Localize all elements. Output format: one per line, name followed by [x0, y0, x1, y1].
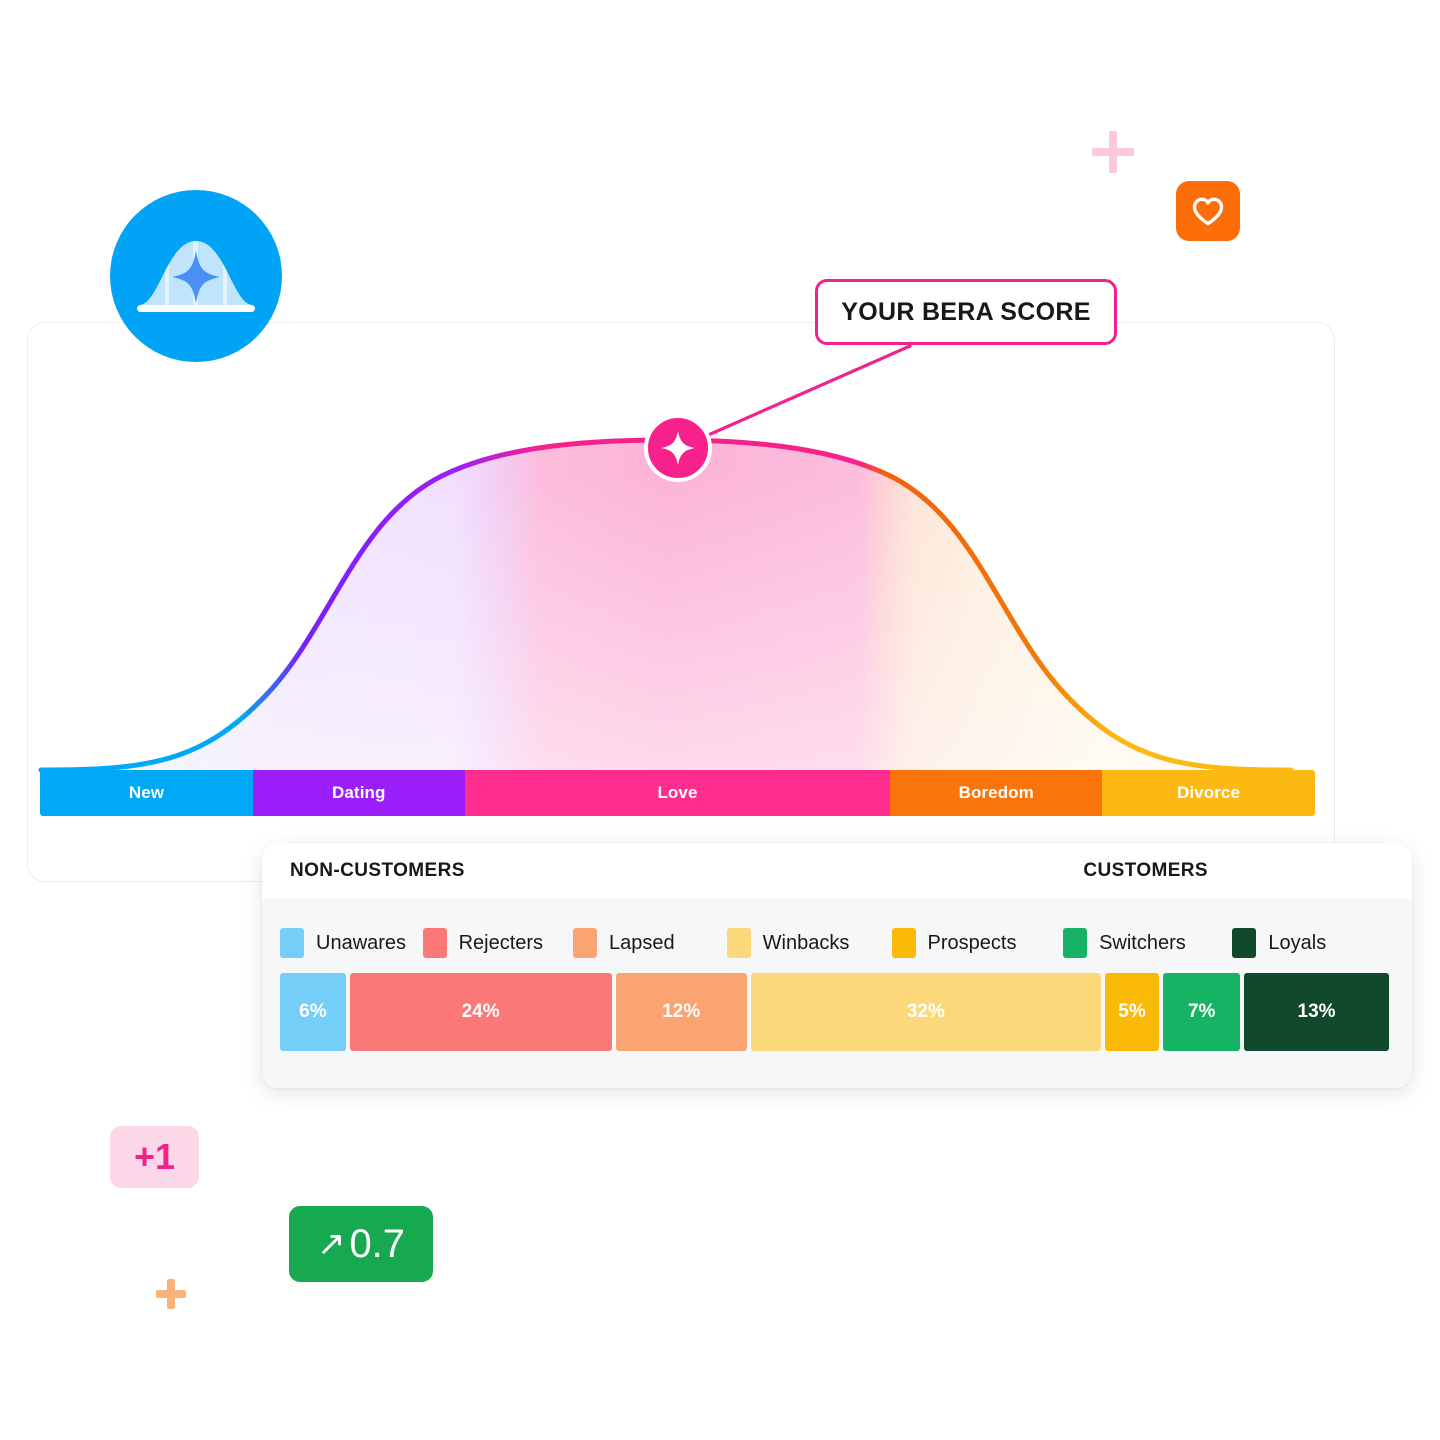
legend-swatch — [572, 928, 597, 958]
delta-value: 0.7 — [349, 1221, 406, 1266]
legend-item-switchers[interactable]: Switchers — [1063, 928, 1232, 958]
legend-item-prospects[interactable]: Prospects — [891, 928, 1064, 958]
pct-segment-winbacks[interactable]: 32% — [750, 973, 1101, 1051]
plus-one-badge: +1 — [110, 1126, 199, 1188]
screenshot-canvas: New Dating Love Boredom Divorce YOUR BER… — [0, 0, 1440, 1440]
segments-body: Unawares Rejecters Lapsed Winbacks Prosp… — [262, 899, 1412, 1088]
legend-label: Prospects — [927, 931, 1017, 954]
legend-label: Switchers — [1099, 931, 1186, 954]
pct-value: 7% — [1187, 1001, 1216, 1022]
legend-label: Lapsed — [608, 931, 675, 954]
pct-value: 13% — [1297, 1001, 1336, 1022]
pct-segment-prospects[interactable]: 5% — [1104, 973, 1160, 1051]
pct-value: 12% — [662, 1001, 701, 1022]
pct-segment-rejecters[interactable]: 24% — [349, 973, 612, 1051]
stage-segment-boredom[interactable]: Boredom — [890, 770, 1103, 816]
legend-swatch — [891, 928, 916, 958]
segments-legend: Unawares Rejecters Lapsed Winbacks Prosp… — [272, 913, 1402, 973]
score-marker[interactable] — [644, 414, 712, 482]
legend-item-lapsed[interactable]: Lapsed — [572, 928, 727, 958]
segments-header: NON-CUSTOMERS CUSTOMERS — [262, 843, 1412, 899]
stage-segment-dating[interactable]: Dating — [252, 770, 465, 816]
delta-score-badge: ↗ 0.7 — [289, 1206, 433, 1282]
stage-label: Love — [657, 783, 698, 802]
legend-label: Rejecters — [458, 931, 544, 954]
legend-item-unawares[interactable]: Unawares — [280, 928, 423, 958]
legend-item-rejecters[interactable]: Rejecters — [422, 928, 573, 958]
stage-label: Boredom — [958, 783, 1034, 802]
legend-label: Winbacks — [762, 931, 850, 954]
legend-swatch — [280, 928, 304, 958]
pct-segment-switchers[interactable]: 7% — [1163, 973, 1241, 1051]
lifecycle-stage-bar: New Dating Love Boredom Divorce — [40, 770, 1315, 816]
stage-label: Divorce — [1176, 783, 1241, 802]
stage-label: New — [128, 783, 165, 802]
legend-item-loyals[interactable]: Loyals — [1232, 928, 1394, 958]
stage-segment-divorce[interactable]: Divorce — [1102, 770, 1315, 816]
customers-title: CUSTOMERS — [1083, 860, 1208, 881]
heart-icon — [1192, 197, 1224, 226]
customer-segmentation-card: NON-CUSTOMERS CUSTOMERS Unawares Rejecte… — [262, 843, 1412, 1088]
pct-segment-loyals[interactable]: 13% — [1244, 973, 1389, 1051]
legend-item-winbacks[interactable]: Winbacks — [726, 928, 892, 958]
pct-segment-unawares[interactable]: 6% — [280, 973, 346, 1051]
legend-swatch — [1232, 928, 1257, 958]
non-customers-title: NON-CUSTOMERS — [290, 860, 465, 881]
sparkle-icon — [661, 431, 695, 465]
pct-segment-lapsed[interactable]: 12% — [615, 973, 747, 1051]
bera-score-label: YOUR BERA SCORE — [841, 297, 1091, 326]
legend-swatch — [422, 928, 447, 958]
heart-badge[interactable] — [1176, 181, 1240, 241]
pct-value: 6% — [299, 1001, 327, 1022]
bera-score-callout[interactable]: YOUR BERA SCORE — [815, 279, 1117, 345]
legend-label: Loyals — [1268, 931, 1327, 954]
plus-icon — [156, 1279, 186, 1309]
bell-curve-sparkle-icon — [137, 241, 255, 312]
legend-swatch — [726, 928, 751, 958]
stage-segment-love[interactable]: Love — [464, 770, 891, 816]
brand-logo — [110, 190, 282, 362]
legend-label: Unawares — [316, 931, 407, 954]
stage-segment-new[interactable]: New — [40, 770, 253, 816]
pct-value: 32% — [906, 1001, 945, 1022]
pct-value: 24% — [461, 1001, 500, 1022]
legend-swatch — [1063, 928, 1088, 958]
plus-icon — [1092, 131, 1134, 173]
pct-value: 5% — [1118, 1001, 1146, 1022]
stage-label: Dating — [332, 783, 386, 802]
plus-one-value: +1 — [133, 1136, 176, 1177]
arrow-up-right-icon: ↗ — [316, 1225, 346, 1263]
segment-percentage-bar: 6% 24% 12% 32% 5% 7% 13% — [272, 973, 1402, 1051]
